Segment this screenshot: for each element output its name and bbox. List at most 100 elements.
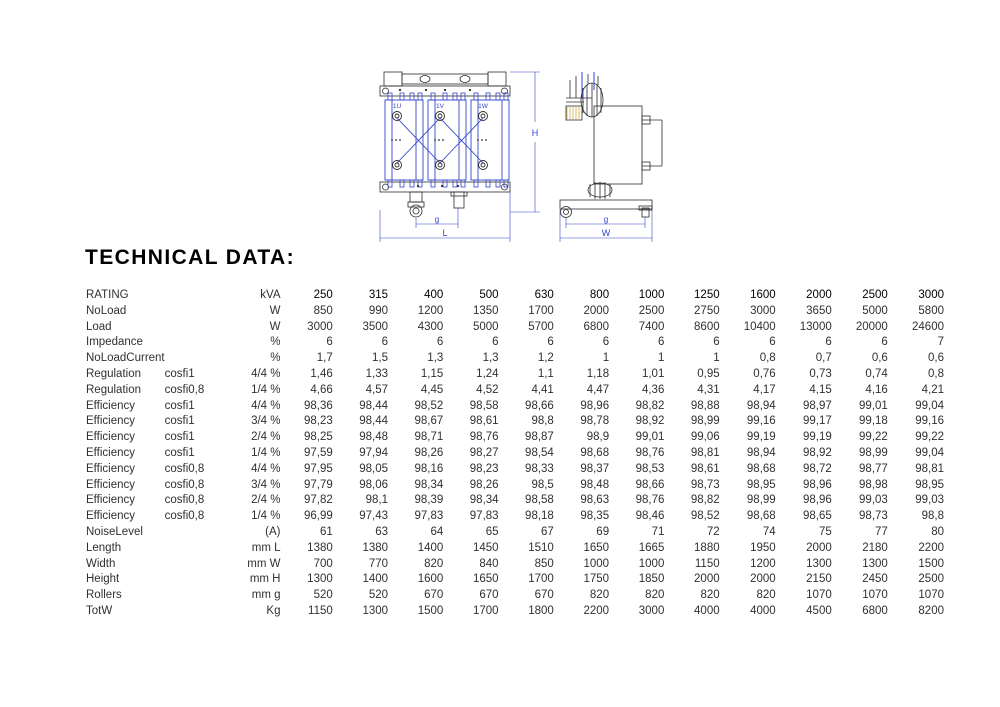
cell-value: 99,03 (859, 494, 888, 507)
cell-value: 1600 (417, 573, 444, 586)
cell-value: 98,82 (635, 399, 665, 412)
cell-value: 69 (596, 525, 610, 538)
cell-value: 820 (700, 589, 720, 602)
cell-value: 1,15 (420, 367, 444, 380)
dimension-label-l: L (442, 228, 447, 238)
row-sublabel (165, 588, 227, 604)
cell-value: 8600 (694, 320, 720, 333)
row-label: Efficiency (86, 399, 136, 412)
cell-value: 13000 (799, 320, 832, 333)
row-label: Efficiency (86, 478, 136, 491)
cell-value: 4,66 (310, 383, 333, 396)
cell-value: 1,1 (537, 367, 554, 380)
table-row: Efficiency cosfi0,8 4/4 % 97,95 98,05 98,16 98… (85, 462, 950, 478)
transformer-drawing: 1U 1V 1W g L H g W (370, 60, 710, 255)
cell-value: 98,26 (414, 446, 444, 459)
cell-value: 98,61 (469, 415, 499, 428)
cell-value: 4300 (417, 320, 444, 333)
cell-value: 6 (713, 336, 720, 349)
cell-value: 820 (756, 589, 776, 602)
cell-value: 6 (657, 336, 665, 349)
table-row: TotW Kg 1150 1300 1500 1700 1800 2200 3000 4000 40… (85, 604, 950, 620)
coil-label-1u: 1U (393, 103, 402, 110)
cell-value: 5800 (918, 304, 944, 317)
cell-value: 98,99 (690, 415, 720, 428)
cell-value: 99,01 (859, 399, 888, 412)
cell-value: 4500 (806, 604, 832, 617)
table-row: Height mm H 1300 1400 1600 1650 1700 1750 1850 20… (85, 572, 950, 588)
cell-value: 6 (881, 336, 888, 349)
cell-value: 98,82 (690, 494, 720, 507)
cell-value: 3500 (362, 320, 389, 333)
cell-value: 2000 (750, 573, 776, 586)
row-unit: 4/4 % (251, 399, 281, 412)
dimension-label-g-side: g (604, 215, 608, 224)
cell-value: 74 (762, 525, 776, 538)
row-label: Rollers (86, 589, 122, 602)
cell-value: 99,22 (859, 431, 888, 444)
technical-data-table: RATING kVA 250 315 400 500 630 800 1000 … (85, 288, 950, 620)
cell-value: 98,53 (635, 462, 665, 475)
row-sublabel (165, 572, 227, 588)
row-label: NoLoadCurrent (86, 352, 165, 365)
row-label: Impedance (86, 336, 143, 349)
header-col-3: 500 (479, 289, 499, 301)
cell-value: 1070 (918, 589, 944, 602)
cell-value: 98,05 (359, 462, 389, 475)
cell-value: 0,6 (871, 352, 888, 365)
cell-value: 98,48 (580, 478, 610, 491)
table-row: Regulation cosfi0,8 1/4 % 4,66 4,57 4,45 4,52 4… (85, 383, 950, 399)
row-label: Efficiency (86, 446, 136, 459)
coil-label-1v: 1V (436, 103, 445, 110)
cell-value: 98,1 (365, 494, 389, 507)
cell-value: 98,34 (414, 478, 444, 491)
cell-value: 670 (534, 589, 554, 602)
header-col-2: 400 (424, 289, 444, 301)
row-label: TotW (86, 604, 113, 617)
cell-value: 98,34 (469, 494, 499, 507)
cell-value: 3000 (750, 304, 776, 317)
cell-value: 98,92 (802, 446, 832, 459)
row-unit: % (270, 336, 281, 349)
cell-value: 98,61 (690, 462, 720, 475)
cell-value: 98,39 (414, 494, 444, 507)
cell-value: 1 (657, 352, 665, 365)
row-label: Load (86, 320, 112, 333)
row-sublabel (165, 557, 227, 573)
cell-value: 98,76 (635, 446, 665, 459)
cell-value: 97,82 (303, 494, 333, 507)
cell-value: 4000 (694, 604, 720, 617)
cell-value: 65 (485, 525, 499, 538)
cell-value: 1380 (362, 541, 389, 554)
cell-value: 840 (479, 557, 499, 570)
cell-value: 700 (313, 557, 333, 570)
cell-value: 99,03 (915, 494, 944, 507)
cell-value: 4,45 (420, 383, 444, 396)
cell-value: 98,26 (469, 478, 499, 491)
cell-value: 98,77 (859, 462, 888, 475)
row-sublabel (165, 320, 227, 336)
cell-value: 97,79 (303, 478, 333, 491)
cell-value: 1,2 (537, 352, 554, 365)
table-row: Impedance% 6 6 6 6 6 6 6 6 6 6 6 7 (85, 335, 950, 351)
row-label: Efficiency (86, 494, 136, 507)
cell-value: 99,01 (635, 431, 665, 444)
row-label: Efficiency (86, 415, 136, 428)
cell-value: 1800 (528, 604, 554, 617)
cell-value: 1665 (638, 541, 665, 554)
cell-value: 3000 (638, 604, 665, 617)
cell-value: 1400 (362, 573, 389, 586)
cell-value: 2500 (918, 573, 944, 586)
cell-value: 98,68 (746, 462, 776, 475)
cell-value: 98,97 (802, 399, 832, 412)
cell-value: 98,95 (915, 478, 944, 491)
coil-label-1w: 1W (478, 103, 489, 110)
cell-value: 520 (313, 589, 333, 602)
cell-value: 820 (645, 589, 665, 602)
cell-value: 98,96 (802, 494, 832, 507)
table-row: Efficiency cosfi0,8 2/4 % 97,82 98,1 98,39 98,… (85, 493, 950, 509)
table-row: NoiseLevel (A) 61 63 64 65 67 69 71 72 74 75 77 80 (85, 525, 950, 541)
cell-value: 98,46 (635, 510, 665, 523)
cell-value: 98,68 (746, 510, 776, 523)
cell-value: 98,76 (469, 431, 499, 444)
